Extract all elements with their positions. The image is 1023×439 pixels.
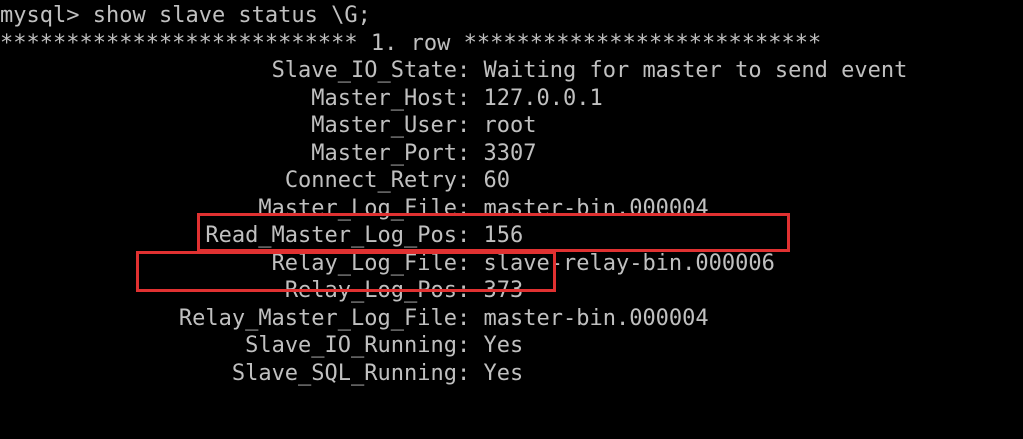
mysql-prompt: mysql> xyxy=(0,3,80,28)
status-row-connect-retry: Connect_Retry: 60 xyxy=(0,167,1023,195)
status-row-master-port: Master_Port: 3307 xyxy=(0,140,1023,168)
status-key: Connect_Retry xyxy=(284,168,457,193)
status-key: Slave_IO_Running xyxy=(245,333,457,358)
status-row-slave-io-state: Slave_IO_State: Waiting for master to se… xyxy=(0,57,1023,85)
status-value: Yes xyxy=(483,333,524,358)
status-key: Master_User xyxy=(311,113,457,138)
status-key: Master_Port xyxy=(311,140,457,166)
status-key: Master_Host xyxy=(311,85,457,111)
status-key: Slave_IO_State xyxy=(271,58,457,83)
status-row-slave-sql-running: Slave_SQL_Running: Yes xyxy=(0,360,1023,388)
status-value: 127.0.0.1 xyxy=(483,85,603,111)
status-row-master-host: Master_Host: 127.0.0.1 xyxy=(0,85,1023,113)
status-key: Relay_Master_Log_File xyxy=(178,305,457,331)
command-text: show slave status \G; xyxy=(92,3,371,28)
command-line: mysql> show slave status \G; xyxy=(0,2,1023,30)
status-value: 60 xyxy=(483,168,511,193)
status-key: Slave_SQL_Running xyxy=(231,360,457,386)
status-value: Waiting for master to send event xyxy=(483,58,908,83)
status-value: root xyxy=(483,113,537,138)
status-row-relay-master-log-file: Relay_Master_Log_File: master-bin.000004 xyxy=(0,305,1023,333)
status-row-master-user: Master_User: root xyxy=(0,112,1023,140)
status-value: 3307 xyxy=(483,140,537,166)
status-row-slave-io-running: Slave_IO_Running: Yes xyxy=(0,332,1023,360)
status-value: master-bin.000004 xyxy=(483,305,709,331)
highlight-box-read-master-log-pos xyxy=(136,251,556,292)
status-value: Yes xyxy=(483,360,524,386)
highlight-box-master-log-file xyxy=(197,213,790,252)
row-header: *************************** 1. row *****… xyxy=(0,30,822,56)
